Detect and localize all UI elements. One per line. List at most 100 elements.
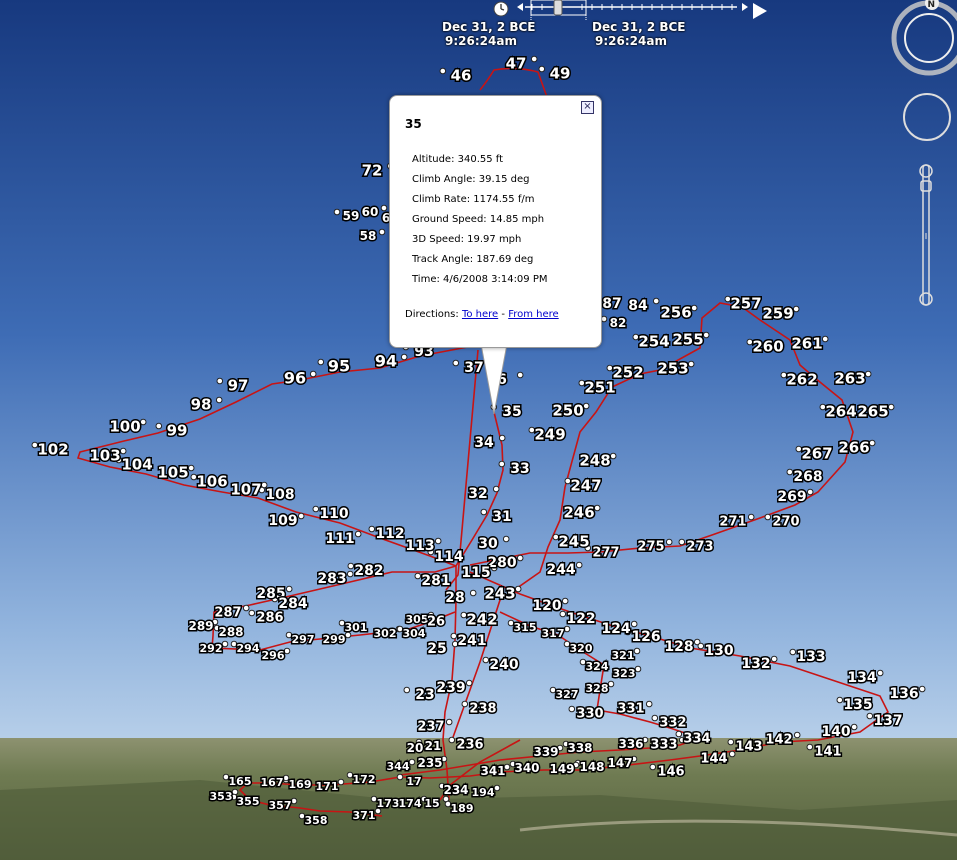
track-point-icon[interactable] bbox=[452, 359, 460, 367]
track-point-label[interactable]: 105 bbox=[156, 462, 190, 483]
track-point-label[interactable]: 128 bbox=[663, 637, 695, 656]
track-point-label[interactable]: 96 bbox=[282, 367, 307, 389]
track-point-label[interactable]: 189 bbox=[449, 800, 475, 816]
to-here-link[interactable]: To here bbox=[462, 309, 498, 320]
track-point-label[interactable]: 250 bbox=[551, 400, 585, 421]
track-point-label[interactable]: 341 bbox=[479, 763, 507, 780]
track-point-label[interactable]: 26 bbox=[425, 613, 446, 631]
track-point-icon[interactable] bbox=[215, 396, 223, 404]
track-point-label[interactable]: 241 bbox=[456, 631, 488, 650]
track-point-label[interactable]: 282 bbox=[353, 561, 385, 580]
track-point-label[interactable]: 111 bbox=[324, 529, 356, 548]
track-point-label[interactable]: 302 bbox=[372, 625, 398, 641]
track-point-icon[interactable] bbox=[690, 304, 698, 312]
track-point-label[interactable]: 142 bbox=[764, 731, 794, 749]
slider-thumb[interactable] bbox=[553, 0, 563, 16]
track-point-label[interactable]: 97 bbox=[226, 375, 250, 396]
track-point-label[interactable]: 148 bbox=[578, 759, 606, 776]
track-point-icon[interactable] bbox=[445, 718, 453, 726]
track-point-label[interactable]: 256 bbox=[659, 302, 693, 323]
track-point-label[interactable]: 47 bbox=[504, 53, 528, 74]
track-point-label[interactable]: 136 bbox=[888, 684, 920, 703]
track-point-label[interactable]: 235 bbox=[416, 755, 444, 772]
track-point-icon[interactable] bbox=[792, 305, 800, 313]
track-point-icon[interactable] bbox=[297, 512, 305, 520]
track-point-label[interactable]: 140 bbox=[820, 722, 852, 741]
track-point-icon[interactable] bbox=[119, 447, 127, 455]
track-point-label[interactable]: 315 bbox=[512, 619, 538, 635]
track-point-icon[interactable] bbox=[248, 609, 256, 617]
track-point-icon[interactable] bbox=[469, 589, 477, 597]
track-point-label[interactable]: 34 bbox=[473, 433, 496, 452]
track-point-label[interactable]: 284 bbox=[277, 594, 309, 613]
track-point-icon[interactable] bbox=[347, 562, 355, 570]
track-point-label[interactable]: 25 bbox=[426, 639, 448, 658]
track-point-label[interactable]: 353 bbox=[208, 788, 234, 804]
track-point-label[interactable]: 252 bbox=[611, 362, 645, 383]
track-point-icon[interactable] bbox=[461, 700, 469, 708]
track-point-label[interactable]: 248 bbox=[578, 450, 612, 471]
track-point-icon[interactable] bbox=[516, 371, 524, 379]
track-point-icon[interactable] bbox=[492, 485, 500, 493]
track-point-icon[interactable] bbox=[346, 570, 354, 578]
track-point-label[interactable]: 102 bbox=[36, 439, 70, 460]
track-point-label[interactable]: 108 bbox=[264, 485, 296, 504]
compass-icon[interactable]: N bbox=[891, 0, 957, 80]
track-point-label[interactable]: 165 bbox=[227, 773, 253, 789]
track-point-label[interactable]: 249 bbox=[533, 424, 567, 445]
track-point-label[interactable]: 20 bbox=[405, 740, 425, 757]
track-point-icon[interactable] bbox=[561, 597, 569, 605]
track-point-icon[interactable] bbox=[675, 730, 683, 738]
track-point-label[interactable]: 126 bbox=[630, 627, 662, 646]
track-point-label[interactable]: 146 bbox=[656, 763, 686, 781]
track-point-label[interactable]: 332 bbox=[658, 714, 688, 732]
track-point-icon[interactable] bbox=[514, 585, 522, 593]
track-point-label[interactable]: 305 bbox=[404, 611, 430, 627]
track-point-label[interactable]: 358 bbox=[303, 812, 329, 828]
zoom-slider-icon[interactable] bbox=[918, 163, 934, 307]
track-point-label[interactable]: 59 bbox=[341, 208, 361, 225]
track-point-icon[interactable] bbox=[630, 620, 638, 628]
track-point-label[interactable]: 134 bbox=[846, 668, 878, 687]
track-point-label[interactable]: 263 bbox=[833, 368, 867, 389]
track-point-label[interactable]: 120 bbox=[531, 596, 563, 615]
track-point-icon[interactable] bbox=[649, 763, 657, 771]
track-point-label[interactable]: 103 bbox=[88, 445, 122, 466]
track-point-icon[interactable] bbox=[403, 686, 411, 694]
track-point-icon[interactable] bbox=[221, 640, 229, 648]
track-point-icon[interactable] bbox=[139, 418, 147, 426]
track-point-label[interactable]: 147 bbox=[606, 755, 634, 772]
track-point-label[interactable]: 82 bbox=[608, 315, 628, 332]
track-point-icon[interactable] bbox=[793, 731, 801, 739]
track-point-icon[interactable] bbox=[502, 535, 510, 543]
track-point-label[interactable]: 255 bbox=[671, 329, 705, 350]
track-point-label[interactable]: 58 bbox=[358, 228, 378, 245]
track-point-icon[interactable] bbox=[450, 632, 458, 640]
track-point-icon[interactable] bbox=[600, 315, 608, 323]
track-point-icon[interactable] bbox=[702, 331, 710, 339]
play-icon[interactable] bbox=[753, 3, 767, 19]
track-point-icon[interactable] bbox=[216, 377, 224, 385]
track-point-label[interactable]: 344 bbox=[385, 758, 411, 774]
track-point-icon[interactable] bbox=[678, 538, 686, 546]
track-point-label[interactable]: 245 bbox=[557, 531, 591, 552]
track-point-label[interactable]: 292 bbox=[198, 640, 224, 656]
track-point-label[interactable]: 124 bbox=[600, 619, 632, 638]
track-point-label[interactable]: 355 bbox=[235, 793, 261, 809]
track-point-label[interactable]: 257 bbox=[729, 293, 763, 314]
track-point-label[interactable]: 194 bbox=[470, 784, 496, 800]
track-point-icon[interactable] bbox=[593, 504, 601, 512]
track-point-label[interactable]: 106 bbox=[195, 471, 229, 492]
track-point-icon[interactable] bbox=[645, 700, 653, 708]
track-point-label[interactable]: 271 bbox=[718, 513, 748, 531]
track-point-label[interactable]: 173 bbox=[375, 795, 401, 811]
track-point-label[interactable]: 264 bbox=[824, 401, 858, 422]
track-point-icon[interactable] bbox=[747, 513, 755, 521]
track-point-icon[interactable] bbox=[806, 488, 814, 496]
track-point-label[interactable]: 242 bbox=[465, 609, 499, 630]
track-point-label[interactable]: 265 bbox=[856, 401, 890, 422]
track-point-label[interactable]: 333 bbox=[649, 736, 679, 754]
track-point-label[interactable]: 327 bbox=[554, 686, 580, 702]
track-point-label[interactable]: 110 bbox=[318, 504, 350, 523]
track-point-label[interactable]: 328 bbox=[584, 680, 610, 696]
